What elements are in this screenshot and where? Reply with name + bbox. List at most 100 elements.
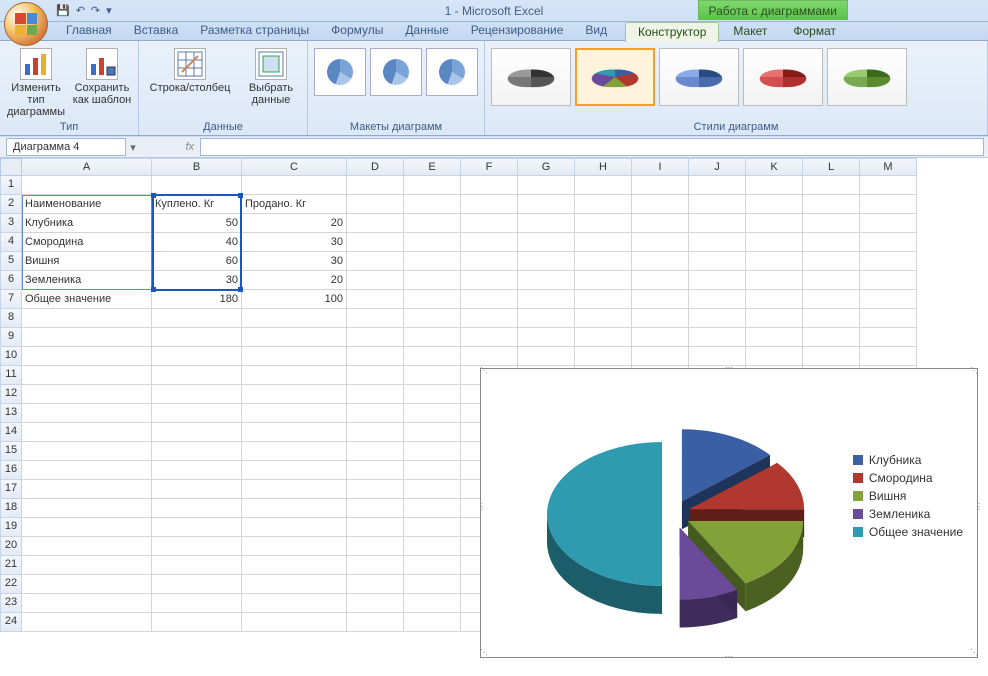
cell-A12[interactable]	[22, 385, 152, 404]
cell-E23[interactable]	[404, 594, 461, 613]
tab-review[interactable]: Рецензирование	[461, 21, 574, 40]
cell-B23[interactable]	[152, 594, 242, 613]
cell-J2[interactable]	[689, 195, 746, 214]
row-header[interactable]: 9	[0, 328, 22, 347]
col-header-M[interactable]: M	[860, 158, 917, 176]
cell-D3[interactable]	[347, 214, 404, 233]
cell-D14[interactable]	[347, 423, 404, 442]
legend-item[interactable]: Общее значение	[853, 525, 963, 539]
cell-F5[interactable]	[461, 252, 518, 271]
chart-style-3[interactable]	[659, 48, 739, 106]
cell-C24[interactable]	[242, 613, 347, 632]
cell-I2[interactable]	[632, 195, 689, 214]
cell-E5[interactable]	[404, 252, 461, 271]
chart-resize-handle[interactable]	[720, 366, 738, 371]
cell-A16[interactable]	[22, 461, 152, 480]
cell-B7[interactable]: 180	[152, 290, 242, 309]
cell-D2[interactable]	[347, 195, 404, 214]
row-header[interactable]: 20	[0, 537, 22, 556]
cell-J5[interactable]	[689, 252, 746, 271]
tab-home[interactable]: Главная	[56, 21, 122, 40]
cell-F8[interactable]	[461, 309, 518, 328]
cell-D19[interactable]	[347, 518, 404, 537]
cell-M9[interactable]	[860, 328, 917, 347]
cell-C9[interactable]	[242, 328, 347, 347]
cell-F10[interactable]	[461, 347, 518, 366]
redo-icon[interactable]: ↷	[91, 4, 100, 17]
chart-layout-3[interactable]	[426, 48, 478, 96]
cell-B6[interactable]: 30	[152, 271, 242, 290]
legend-item[interactable]: Смородина	[853, 471, 963, 485]
switch-row-col-button[interactable]: Строка/столбец	[145, 44, 235, 94]
cell-B3[interactable]: 50	[152, 214, 242, 233]
cell-K8[interactable]	[746, 309, 803, 328]
select-data-button[interactable]: Выбрать данные	[241, 44, 301, 106]
cell-E9[interactable]	[404, 328, 461, 347]
cell-F1[interactable]	[461, 176, 518, 195]
cell-A13[interactable]	[22, 404, 152, 423]
cell-K5[interactable]	[746, 252, 803, 271]
chart-layout-1[interactable]	[314, 48, 366, 96]
row-header[interactable]: 1	[0, 176, 22, 195]
chart-resize-handle[interactable]	[479, 367, 489, 377]
cell-F4[interactable]	[461, 233, 518, 252]
cell-A24[interactable]	[22, 613, 152, 632]
cell-I3[interactable]	[632, 214, 689, 233]
cell-B16[interactable]	[152, 461, 242, 480]
chart-style-1[interactable]	[491, 48, 571, 106]
cell-M1[interactable]	[860, 176, 917, 195]
cell-M3[interactable]	[860, 214, 917, 233]
col-header-C[interactable]: C	[242, 158, 347, 176]
cell-C10[interactable]	[242, 347, 347, 366]
cell-I6[interactable]	[632, 271, 689, 290]
chart-resize-handle[interactable]	[478, 504, 483, 522]
cell-H4[interactable]	[575, 233, 632, 252]
cell-D16[interactable]	[347, 461, 404, 480]
tab-chart-layout[interactable]: Макет	[721, 22, 779, 42]
cell-B18[interactable]	[152, 499, 242, 518]
cell-D4[interactable]	[347, 233, 404, 252]
row-header[interactable]: 6	[0, 271, 22, 290]
tab-data[interactable]: Данные	[395, 21, 458, 40]
cell-E13[interactable]	[404, 404, 461, 423]
cell-C16[interactable]	[242, 461, 347, 480]
cell-L6[interactable]	[803, 271, 860, 290]
cell-C13[interactable]	[242, 404, 347, 423]
name-box[interactable]: Диаграмма 4	[6, 138, 126, 156]
cell-E15[interactable]	[404, 442, 461, 461]
cell-B5[interactable]: 60	[152, 252, 242, 271]
cell-J1[interactable]	[689, 176, 746, 195]
cell-M6[interactable]	[860, 271, 917, 290]
chart-legend[interactable]: КлубникаСмородинаВишняЗемленикаОбщее зна…	[853, 449, 963, 543]
cell-K3[interactable]	[746, 214, 803, 233]
save-template-button[interactable]: Сохранить как шаблон	[72, 44, 132, 106]
row-header[interactable]: 18	[0, 499, 22, 518]
cell-M2[interactable]	[860, 195, 917, 214]
cell-B10[interactable]	[152, 347, 242, 366]
cell-C1[interactable]	[242, 176, 347, 195]
office-button[interactable]	[4, 2, 48, 46]
chart-layout-2[interactable]	[370, 48, 422, 96]
row-header[interactable]: 10	[0, 347, 22, 366]
col-header-B[interactable]: B	[152, 158, 242, 176]
cell-J10[interactable]	[689, 347, 746, 366]
row-header[interactable]: 17	[0, 480, 22, 499]
cell-C12[interactable]	[242, 385, 347, 404]
cell-A9[interactable]	[22, 328, 152, 347]
cell-H6[interactable]	[575, 271, 632, 290]
cell-C22[interactable]	[242, 575, 347, 594]
cell-F6[interactable]	[461, 271, 518, 290]
cell-A18[interactable]	[22, 499, 152, 518]
cell-B24[interactable]	[152, 613, 242, 632]
col-header-J[interactable]: J	[689, 158, 746, 176]
cell-E1[interactable]	[404, 176, 461, 195]
cell-J3[interactable]	[689, 214, 746, 233]
cell-A3[interactable]: Клубника	[22, 214, 152, 233]
cell-B15[interactable]	[152, 442, 242, 461]
cell-E14[interactable]	[404, 423, 461, 442]
cell-E17[interactable]	[404, 480, 461, 499]
cell-H3[interactable]	[575, 214, 632, 233]
cell-D20[interactable]	[347, 537, 404, 556]
select-all-corner[interactable]	[0, 158, 22, 176]
cell-I9[interactable]	[632, 328, 689, 347]
